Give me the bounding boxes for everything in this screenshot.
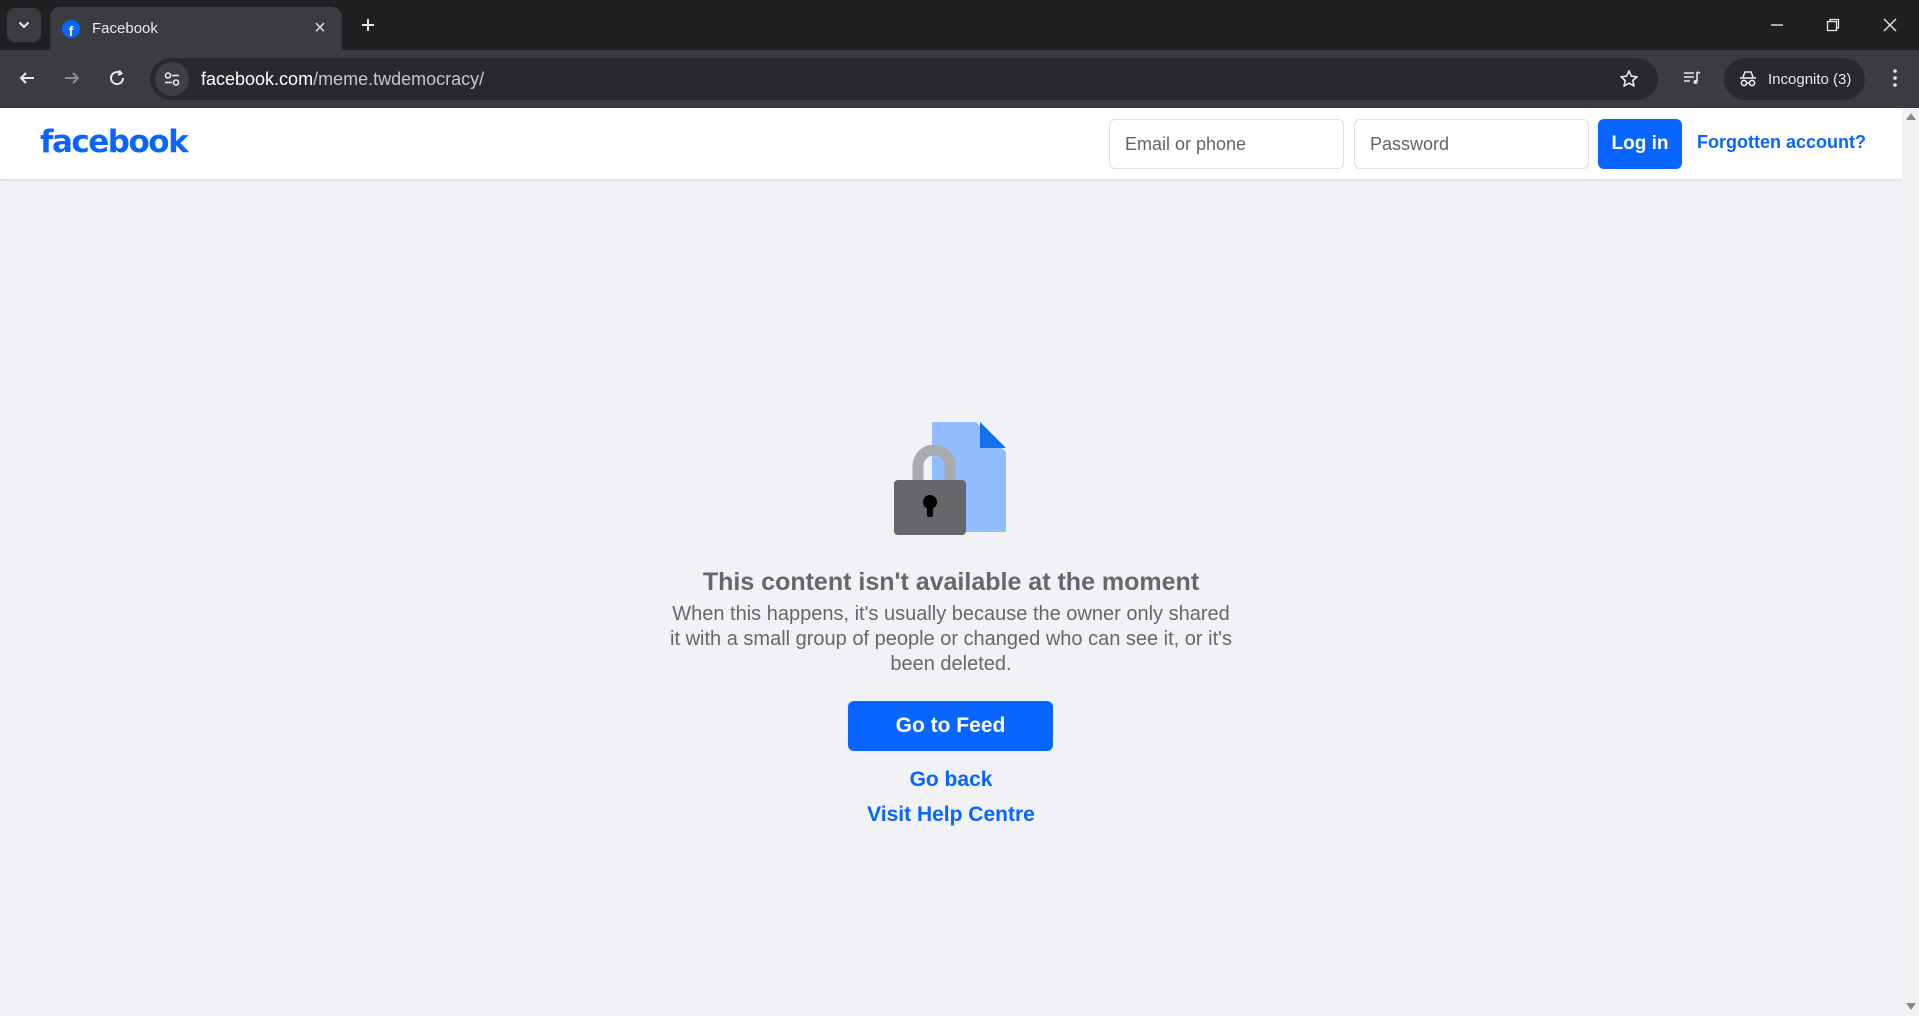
unavailable-description: When this happens, it's usually because … (670, 603, 1232, 675)
browser-menu-button[interactable] (1878, 61, 1912, 95)
more-vert-icon (1893, 69, 1897, 87)
tab-search-button[interactable] (7, 8, 41, 42)
forward-arrow-icon (65, 72, 80, 84)
scroll-up-icon[interactable] (1906, 113, 1916, 120)
restore-icon (1826, 18, 1840, 32)
address-bar[interactable]: facebook.com/meme.twdemocracy/ (150, 58, 1658, 100)
restore-button[interactable] (1811, 8, 1855, 42)
plus-icon (362, 19, 374, 31)
facebook-favicon: f (62, 19, 80, 38)
star-icon (1620, 70, 1638, 87)
page-viewport: facebook Log in Forgotten account? This … (0, 108, 1902, 1016)
new-tab-button[interactable] (352, 9, 384, 41)
page-scrollbar[interactable] (1902, 108, 1919, 1016)
minimize-button[interactable] (1755, 8, 1799, 42)
media-controls-button[interactable] (1675, 61, 1709, 95)
site-settings-icon (164, 72, 180, 86)
unavailable-content-message: This content isn't available at the mome… (0, 108, 1902, 1016)
back-button[interactable] (10, 61, 44, 95)
chevron-down-icon (19, 22, 29, 29)
back-arrow-icon (19, 72, 34, 84)
close-window-button[interactable] (1868, 8, 1912, 42)
unavailable-headline: This content isn't available at the mome… (702, 568, 1200, 596)
browser-tabstrip: f Facebook × (0, 0, 1919, 50)
go-back-link: Go back (0, 768, 1902, 792)
incognito-label: Incognito (3) (1768, 70, 1852, 88)
browser-tab-facebook[interactable]: f Facebook × (50, 7, 342, 50)
bookmark-button[interactable] (1612, 62, 1646, 96)
url-path: /meme.twdemocracy/ (313, 68, 485, 89)
close-icon (1883, 18, 1897, 32)
tab-title: Facebook (92, 20, 158, 37)
go-back-anchor[interactable]: Go back (910, 768, 993, 791)
lock-document-icon (894, 422, 1006, 535)
minimize-icon (1771, 24, 1783, 26)
close-icon[interactable]: × (310, 17, 330, 40)
scroll-down-icon[interactable] (1906, 1003, 1916, 1010)
incognito-indicator[interactable]: Incognito (3) (1724, 58, 1865, 100)
browser-toolbar: facebook.com/meme.twdemocracy/ Incognito… (0, 50, 1919, 108)
reload-button[interactable] (100, 61, 134, 95)
url-host: facebook.com (201, 68, 314, 89)
url-text: facebook.com/meme.twdemocracy/ (201, 69, 1612, 90)
reload-icon (110, 69, 125, 86)
site-settings-button[interactable] (155, 62, 189, 96)
incognito-icon (1740, 71, 1756, 87)
media-queue-icon (1684, 71, 1701, 84)
forward-button[interactable] (55, 61, 89, 95)
help-centre-link: Visit Help Centre (0, 803, 1902, 827)
help-centre-anchor[interactable]: Visit Help Centre (867, 803, 1035, 826)
go-to-feed-button[interactable]: Go to Feed (848, 701, 1053, 751)
